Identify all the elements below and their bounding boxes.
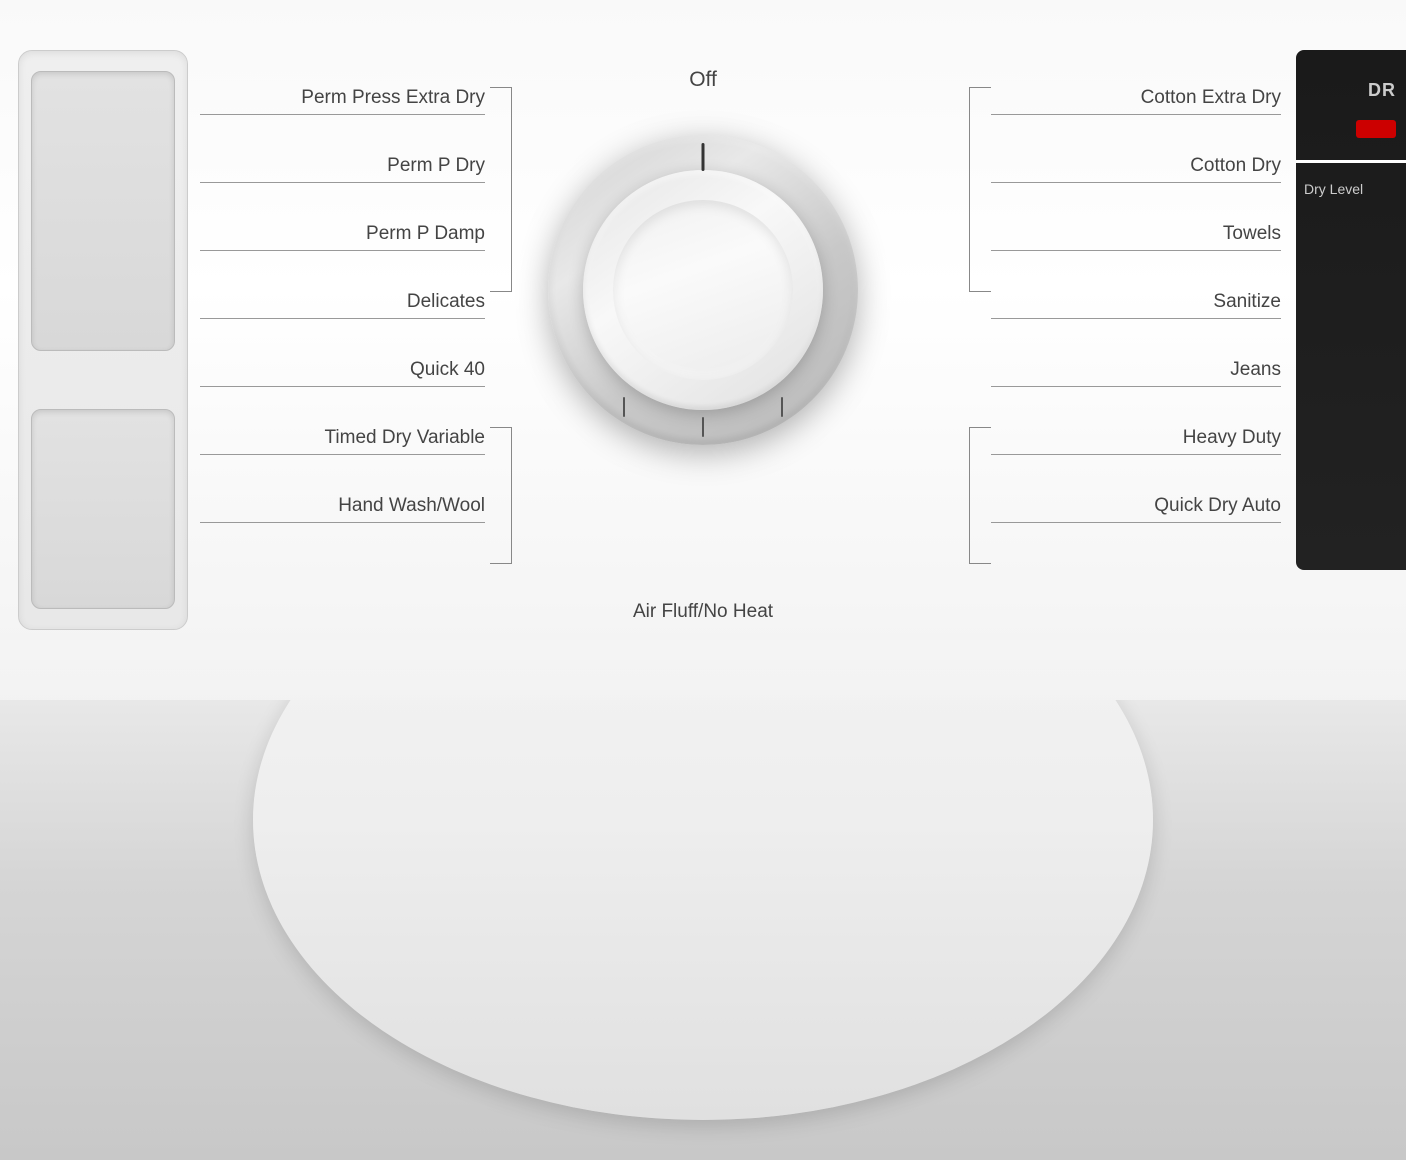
dial-knob-container[interactable] (548, 135, 858, 445)
label-towels: Towels (991, 223, 1281, 251)
label-sanitize: Sanitize (991, 291, 1281, 319)
label-perm-p-damp: Perm P Damp (200, 223, 485, 251)
dial-bottom-indicator-icon (702, 417, 704, 437)
dr-label: DR (1368, 80, 1396, 101)
appliance-wrapper: DR Dry Level Off Perm Press Extra Dry Pe… (0, 0, 1406, 1160)
red-indicator-icon (1356, 120, 1396, 138)
label-perm-p-dry: Perm P Dry (200, 155, 485, 183)
dial-left-indicator-icon (623, 397, 625, 417)
label-hand-wash-wool: Hand Wash/Wool (200, 495, 485, 523)
right-module: DR Dry Level (1296, 50, 1406, 570)
air-fluff-label: Air Fluff/No Heat (633, 601, 773, 623)
white-bar (1296, 160, 1406, 163)
bracket-right-lower (969, 427, 991, 564)
label-perm-press-extra-dry: Perm Press Extra Dry (200, 87, 485, 115)
bracket-right-upper (969, 87, 991, 292)
drum-door-arc (253, 700, 1153, 1120)
dial-right-indicator-icon (781, 397, 783, 417)
drum-area (0, 700, 1406, 1160)
label-delicates: Delicates (200, 291, 485, 319)
dial-inner-ring (583, 170, 823, 410)
door-panel-inner-top (31, 71, 175, 351)
label-cotton-extra-dry: Cotton Extra Dry (991, 87, 1281, 115)
label-quick-40: Quick 40 (200, 359, 485, 387)
bracket-left-upper (490, 87, 512, 292)
label-timed-dry-variable: Timed Dry Variable (200, 427, 485, 455)
door-panel-inner-bottom (31, 409, 175, 609)
dry-level-label: Dry Level (1304, 180, 1401, 198)
label-quick-dry-auto: Quick Dry Auto (991, 495, 1281, 523)
label-heavy-duty: Heavy Duty (991, 427, 1281, 455)
dial-core (613, 200, 793, 380)
control-panel: DR Dry Level Off Perm Press Extra Dry Pe… (0, 0, 1406, 720)
door-panel (18, 50, 188, 630)
bracket-left-lower (490, 427, 512, 564)
dial-indicator-icon (702, 143, 705, 171)
label-cotton-dry: Cotton Dry (991, 155, 1281, 183)
dial-outer-ring[interactable] (548, 135, 858, 445)
off-label: Off (689, 68, 717, 92)
label-jeans: Jeans (991, 359, 1281, 387)
